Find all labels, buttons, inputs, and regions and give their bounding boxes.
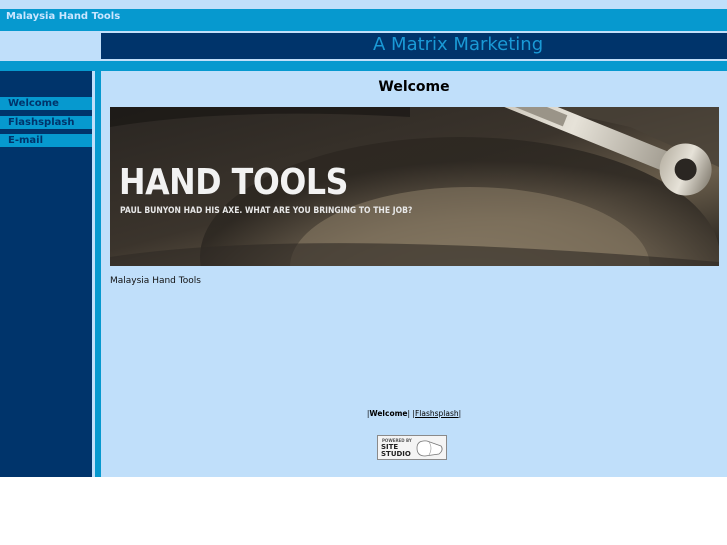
banner-tagline: PAUL BUNYON HAD HIS AXE. WHAT ARE YOU BR…: [120, 206, 413, 216]
nav-item-label: Welcome: [8, 98, 59, 109]
nav-item-welcome[interactable]: Welcome: [0, 97, 96, 110]
badge-studio: STUDIO: [381, 450, 411, 458]
site-title-bar: Malaysia Hand Tools: [0, 9, 727, 31]
header-divider: [0, 61, 727, 71]
nav-item-email[interactable]: E-mail: [0, 134, 96, 147]
powered-by-badge[interactable]: POWERED BY SITE STUDIO: [377, 435, 447, 460]
top-strip: [0, 0, 727, 9]
page-title: Welcome: [378, 79, 450, 95]
nav-item-label: Flashsplash: [8, 117, 75, 128]
footer-separator: |: [458, 409, 462, 418]
body-text: Malaysia Hand Tools: [110, 276, 201, 286]
mouse-icon: [416, 440, 443, 457]
hand-tools-banner: HAND TOOLS PAUL BUNYON HAD HIS AXE. WHAT…: [110, 107, 719, 266]
main-content: Welcome HAND TOOLS PAUL BUNYON HAD HIS A…: [101, 71, 727, 477]
banner-headline: HAND TOOLS: [119, 162, 348, 203]
footer-link-welcome[interactable]: Welcome: [369, 409, 407, 418]
site-title: Malaysia Hand Tools: [6, 11, 121, 22]
nav-item-label: E-mail: [8, 135, 44, 146]
footer-nav: |Welcome| |Flashsplash|: [101, 409, 727, 418]
footer-separator: | |: [407, 409, 415, 418]
sidebar: Welcome Flashsplash E-mail: [0, 71, 96, 477]
footer-link-flashsplash[interactable]: Flashsplash: [415, 409, 459, 418]
company-name: A Matrix Marketing: [373, 34, 544, 55]
company-banner: A Matrix Marketing: [101, 33, 727, 59]
nav-item-flashsplash[interactable]: Flashsplash: [0, 116, 96, 129]
